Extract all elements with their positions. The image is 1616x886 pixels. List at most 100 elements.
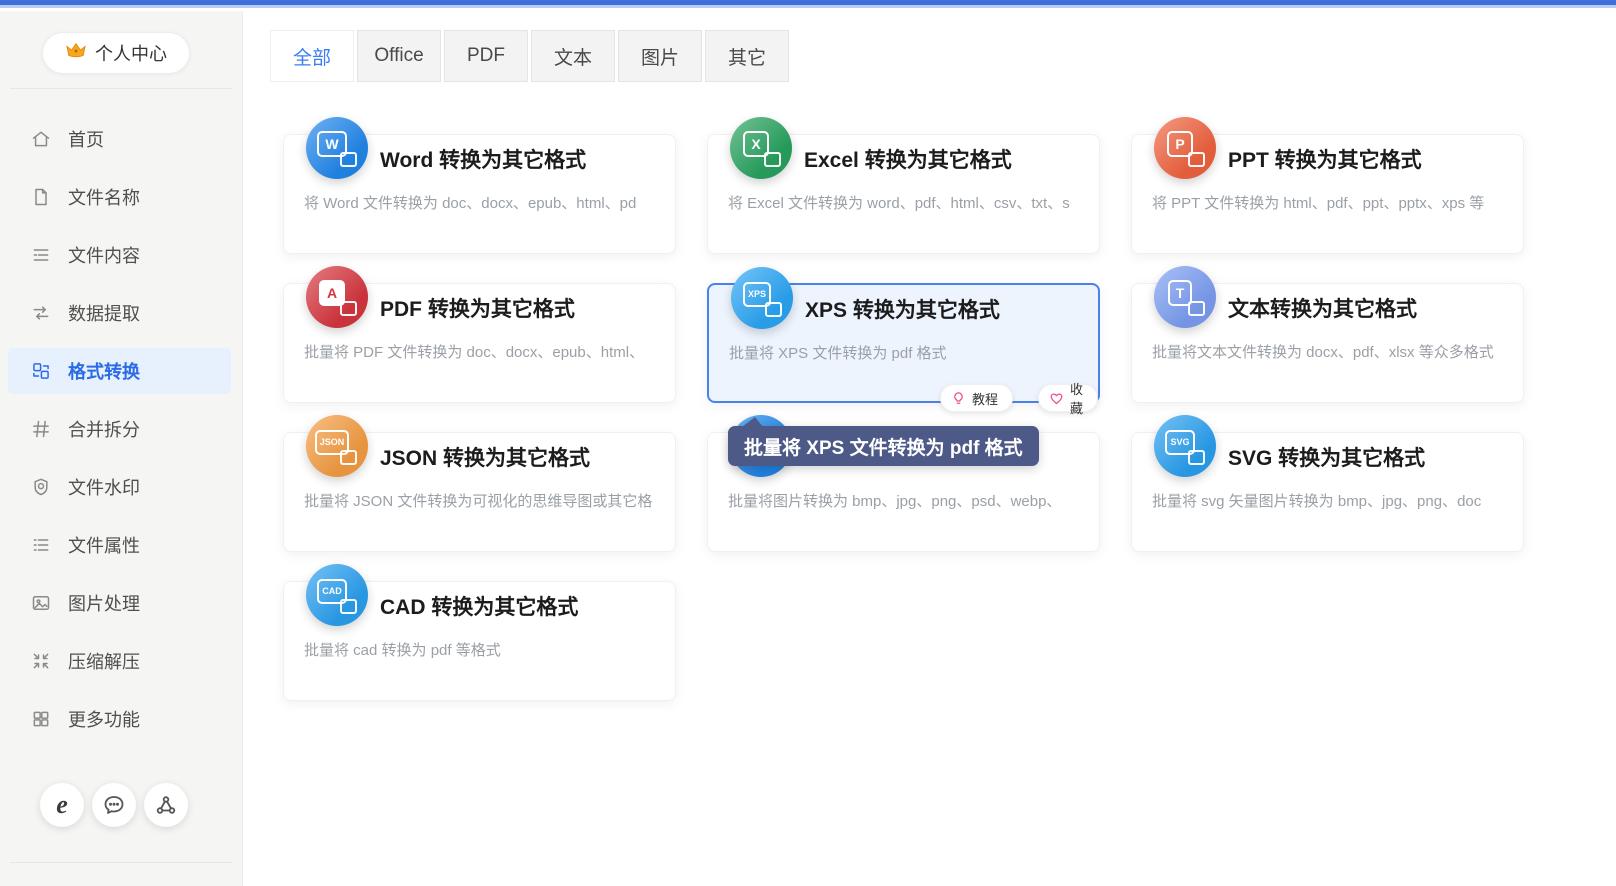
card-icon-label: SVG xyxy=(1165,430,1194,455)
card-icon: CAD xyxy=(306,564,368,626)
card-title: PDF 转换为其它格式 xyxy=(380,293,575,323)
card-icon: SVG xyxy=(1154,415,1216,477)
format-convert-icon xyxy=(31,361,51,381)
card-desc: 批量将 JSON 文件转换为可视化的思维导图或其它格 xyxy=(304,490,665,511)
xps-tooltip-text: 批量将 XPS 文件转换为 pdf 格式 xyxy=(744,433,1023,460)
sidebar-item-label: 文件属性 xyxy=(68,532,140,558)
app-root: 个人中心 首页 文件名称 文件内容 数据提取 格式转换 合并拆分 文件水印 文件… xyxy=(0,0,1616,886)
tool-card-0[interactable]: W Word 转换为其它格式 将 Word 文件转换为 doc、docx、epu… xyxy=(283,134,676,254)
sidebar-item-9[interactable]: 压缩解压 xyxy=(0,632,243,690)
card-desc: 批量将 svg 矢量图片转换为 bmp、jpg、png、doc xyxy=(1152,490,1513,511)
heart-icon xyxy=(1049,391,1064,406)
sidebar-item-6[interactable]: 文件水印 xyxy=(0,458,243,516)
card-icon-label: W xyxy=(317,131,346,157)
sidebar-item-label: 文件内容 xyxy=(68,242,140,268)
home-icon xyxy=(31,129,51,149)
card-desc: 将 PPT 文件转换为 html、pdf、ppt、pptx、xps 等 xyxy=(1152,192,1513,213)
card-desc: 批量将图片转换为 bmp、jpg、png、psd、webp、 xyxy=(728,490,1089,511)
card-icon: W xyxy=(306,117,368,179)
sidebar-item-label: 文件水印 xyxy=(68,474,140,500)
sidebar-divider-bottom xyxy=(10,862,232,863)
ie-browser-icon: e xyxy=(56,792,68,818)
chat-bubble-icon xyxy=(102,793,126,817)
card-desc: 批量将文本文件转换为 docx、pdf、xlsx 等众多格式 xyxy=(1152,341,1513,362)
card-icon-label: JSON xyxy=(315,430,350,455)
merge-split-icon xyxy=(31,419,51,439)
card-desc: 将 Excel 文件转换为 word、pdf、html、csv、txt、s xyxy=(728,192,1089,213)
card-title: JSON 转换为其它格式 xyxy=(380,442,590,472)
tool-card-6[interactable]: JSON JSON 转换为其它格式 批量将 JSON 文件转换为可视化的思维导图… xyxy=(283,432,676,552)
more-features-icon xyxy=(31,709,51,729)
tool-card-9[interactable]: CAD CAD 转换为其它格式 批量将 cad 转换为 pdf 等格式 xyxy=(283,581,676,701)
sidebar-item-10[interactable]: 更多功能 xyxy=(0,690,243,748)
file-props-icon xyxy=(31,535,51,555)
favorite-button[interactable]: 收藏 xyxy=(1038,384,1098,412)
card-desc: 批量将 cad 转换为 pdf 等格式 xyxy=(304,639,665,660)
card-title: CAD 转换为其它格式 xyxy=(380,591,578,621)
ie-browser-icon-button[interactable]: e xyxy=(40,783,84,827)
pill-label: 收藏 xyxy=(1070,379,1083,417)
card-title: SVG 转换为其它格式 xyxy=(1228,442,1425,472)
sidebar-item-4[interactable]: 格式转换 xyxy=(0,342,243,400)
tool-card-1[interactable]: X Excel 转换为其它格式 将 Excel 文件转换为 word、pdf、h… xyxy=(707,134,1100,254)
crown-icon xyxy=(65,42,87,65)
main-content: 全部OfficePDF文本图片其它 W Word 转换为其它格式 将 Word … xyxy=(243,11,1616,886)
chat-bubble-icon-button[interactable] xyxy=(92,783,136,827)
personal-center-label: 个人中心 xyxy=(95,40,167,66)
sidebar-item-3[interactable]: 数据提取 xyxy=(0,284,243,342)
card-icon-label: P xyxy=(1167,131,1192,157)
file-name-icon xyxy=(31,187,51,207)
sidebar-item-label: 首页 xyxy=(68,126,104,152)
tool-card-4[interactable]: XPS XPS 转换为其它格式 批量将 XPS 文件转换为 pdf 格式 教程 … xyxy=(707,283,1100,403)
tool-card-2[interactable]: P PPT 转换为其它格式 将 PPT 文件转换为 html、pdf、ppt、p… xyxy=(1131,134,1524,254)
tool-card-3[interactable]: A PDF 转换为其它格式 批量将 PDF 文件转换为 doc、docx、epu… xyxy=(283,283,676,403)
card-icon: T xyxy=(1154,266,1216,328)
sidebar-item-2[interactable]: 文件内容 xyxy=(0,226,243,284)
card-title: Excel 转换为其它格式 xyxy=(804,144,1012,174)
card-icon-label: A xyxy=(319,280,345,306)
card-icon: X xyxy=(730,117,792,179)
share-network-icon-button[interactable] xyxy=(144,783,188,827)
card-desc: 将 Word 文件转换为 doc、docx、epub、html、pd xyxy=(304,192,665,213)
pill-label: 教程 xyxy=(972,389,998,408)
card-desc: 批量将 XPS 文件转换为 pdf 格式 xyxy=(729,342,1088,363)
sidebar-item-label: 更多功能 xyxy=(68,706,140,732)
personal-center-button[interactable]: 个人中心 xyxy=(42,32,190,74)
sidebar-item-label: 压缩解压 xyxy=(68,648,140,674)
card-title: 文本转换为其它格式 xyxy=(1228,293,1417,323)
card-icon: JSON xyxy=(306,415,368,477)
sidebar-footer-icons: e xyxy=(40,783,188,827)
share-network-icon xyxy=(154,793,178,817)
sidebar-item-8[interactable]: 图片处理 xyxy=(0,574,243,632)
sidebar-item-label: 格式转换 xyxy=(68,358,140,384)
card-icon: A xyxy=(306,266,368,328)
sidebar-item-0[interactable]: 首页 xyxy=(0,110,243,168)
sidebar-nav: 首页 文件名称 文件内容 数据提取 格式转换 合并拆分 文件水印 文件属性 图片… xyxy=(0,110,243,748)
tool-card-8[interactable]: SVG SVG 转换为其它格式 批量将 svg 矢量图片转换为 bmp、jpg、… xyxy=(1131,432,1524,552)
image-process-icon xyxy=(31,593,51,613)
card-title: XPS 转换为其它格式 xyxy=(805,294,1000,324)
tool-card-5[interactable]: T 文本转换为其它格式 批量将文本文件转换为 docx、pdf、xlsx 等众多… xyxy=(1131,283,1524,403)
sidebar-item-label: 图片处理 xyxy=(68,590,140,616)
sidebar-item-label: 数据提取 xyxy=(68,300,140,326)
sidebar-item-5[interactable]: 合并拆分 xyxy=(0,400,243,458)
data-extract-icon xyxy=(31,303,51,323)
sidebar: 个人中心 首页 文件名称 文件内容 数据提取 格式转换 合并拆分 文件水印 文件… xyxy=(0,11,243,886)
watermark-icon xyxy=(31,477,51,497)
card-icon: XPS xyxy=(731,267,793,329)
card-title: Word 转换为其它格式 xyxy=(380,144,586,174)
card-icon-label: XPS xyxy=(743,282,771,307)
sidebar-item-1[interactable]: 文件名称 xyxy=(0,168,243,226)
xps-tooltip: 批量将 XPS 文件转换为 pdf 格式 xyxy=(728,426,1039,466)
tutorial-button[interactable]: 教程 xyxy=(940,384,1013,412)
card-icon: P xyxy=(1154,117,1216,179)
sidebar-item-7[interactable]: 文件属性 xyxy=(0,516,243,574)
card-icon-label: X xyxy=(743,131,768,157)
sidebar-divider-top xyxy=(10,88,232,89)
lightbulb-icon xyxy=(951,391,966,406)
card-icon-label: CAD xyxy=(317,579,347,604)
card-desc: 批量将 PDF 文件转换为 doc、docx、epub、html、 xyxy=(304,341,665,362)
sidebar-item-label: 合并拆分 xyxy=(68,416,140,442)
card-icon-label: T xyxy=(1168,280,1193,306)
cards-grid: W Word 转换为其它格式 将 Word 文件转换为 doc、docx、epu… xyxy=(243,11,1616,886)
